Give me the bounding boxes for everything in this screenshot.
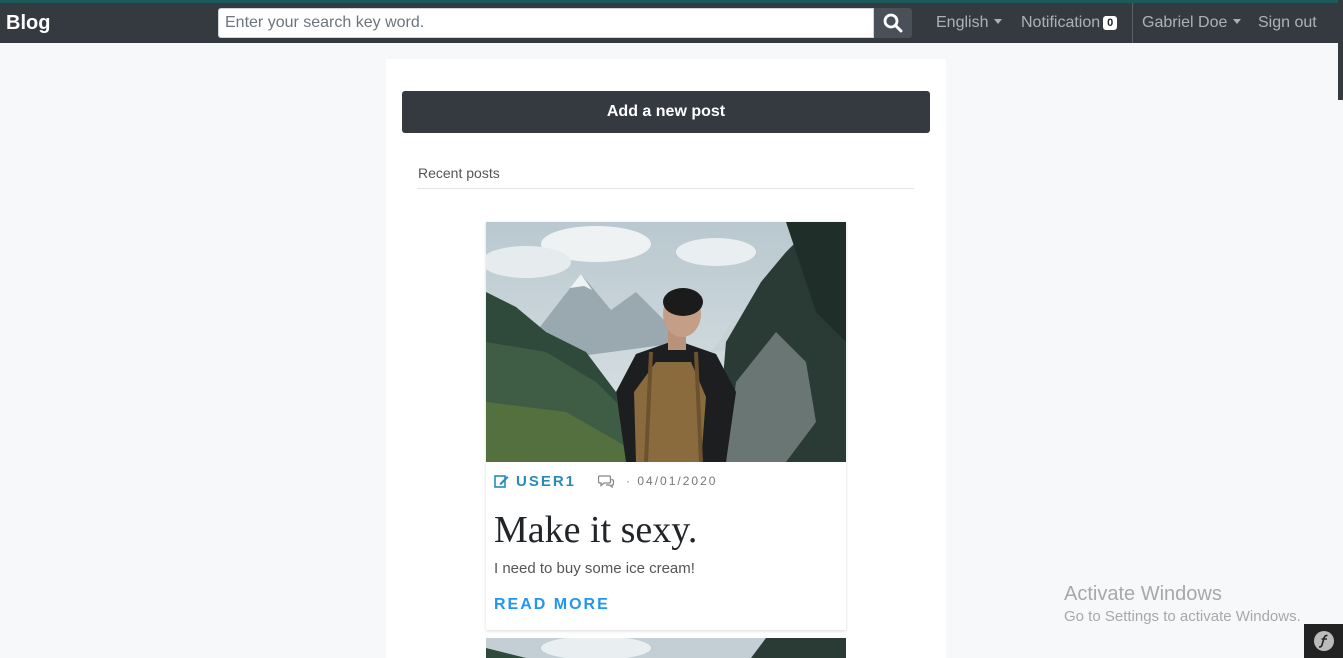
post-card: USER1 · 04/01/2020 Make it sexy. I need … xyxy=(486,222,846,630)
add-post-button[interactable]: Add a new post xyxy=(402,91,930,133)
language-label: English xyxy=(936,14,989,31)
post-title[interactable]: Make it sexy. xyxy=(494,508,697,552)
comments-icon[interactable] xyxy=(598,474,615,488)
language-dropdown[interactable]: English xyxy=(936,14,1003,32)
notification-link[interactable]: Notification 0 xyxy=(1021,14,1118,32)
activate-windows-title: Activate Windows xyxy=(1064,583,1222,605)
next-post-image[interactable] xyxy=(486,638,846,658)
top-navbar: Blog English Notification0 Gabriel Doe S… xyxy=(0,0,1343,46)
nav-divider xyxy=(1132,3,1133,46)
notification-label: Notification xyxy=(1021,14,1101,31)
post-image[interactable] xyxy=(486,222,846,462)
post-image-preview xyxy=(486,638,846,658)
chevron-down-icon xyxy=(1233,19,1242,24)
search-icon xyxy=(883,13,903,33)
post-meta: USER1 · 04/01/2020 xyxy=(494,472,717,490)
post-author[interactable]: USER1 xyxy=(516,473,576,490)
notification-badge: 0 xyxy=(1103,16,1118,30)
edit-icon xyxy=(494,475,509,488)
search-input[interactable] xyxy=(218,8,874,38)
debug-toolbar-toggle[interactable] xyxy=(1304,624,1343,658)
symfony-icon xyxy=(1313,631,1334,651)
user-dropdown[interactable]: Gabriel Doe xyxy=(1142,14,1242,32)
brand-logo[interactable]: Blog xyxy=(6,12,50,35)
section-title: Recent posts xyxy=(418,165,500,181)
activate-windows-subtitle: Go to Settings to activate Windows. xyxy=(1064,608,1301,625)
post-date: · 04/01/2020 xyxy=(626,474,718,488)
main-content-card: Add a new post Recent posts USER1 · 04/0… xyxy=(386,59,946,658)
hiker-mountain-image xyxy=(486,222,846,462)
post-excerpt: I need to buy some ice cream! xyxy=(494,560,695,577)
read-more-link[interactable]: READ MORE xyxy=(494,596,610,614)
signout-link[interactable]: Sign out xyxy=(1258,14,1317,32)
search-button[interactable] xyxy=(874,8,912,38)
user-name: Gabriel Doe xyxy=(1142,14,1228,31)
chevron-down-icon xyxy=(994,19,1003,24)
scrollbar[interactable] xyxy=(1338,0,1343,100)
section-divider xyxy=(417,188,914,189)
